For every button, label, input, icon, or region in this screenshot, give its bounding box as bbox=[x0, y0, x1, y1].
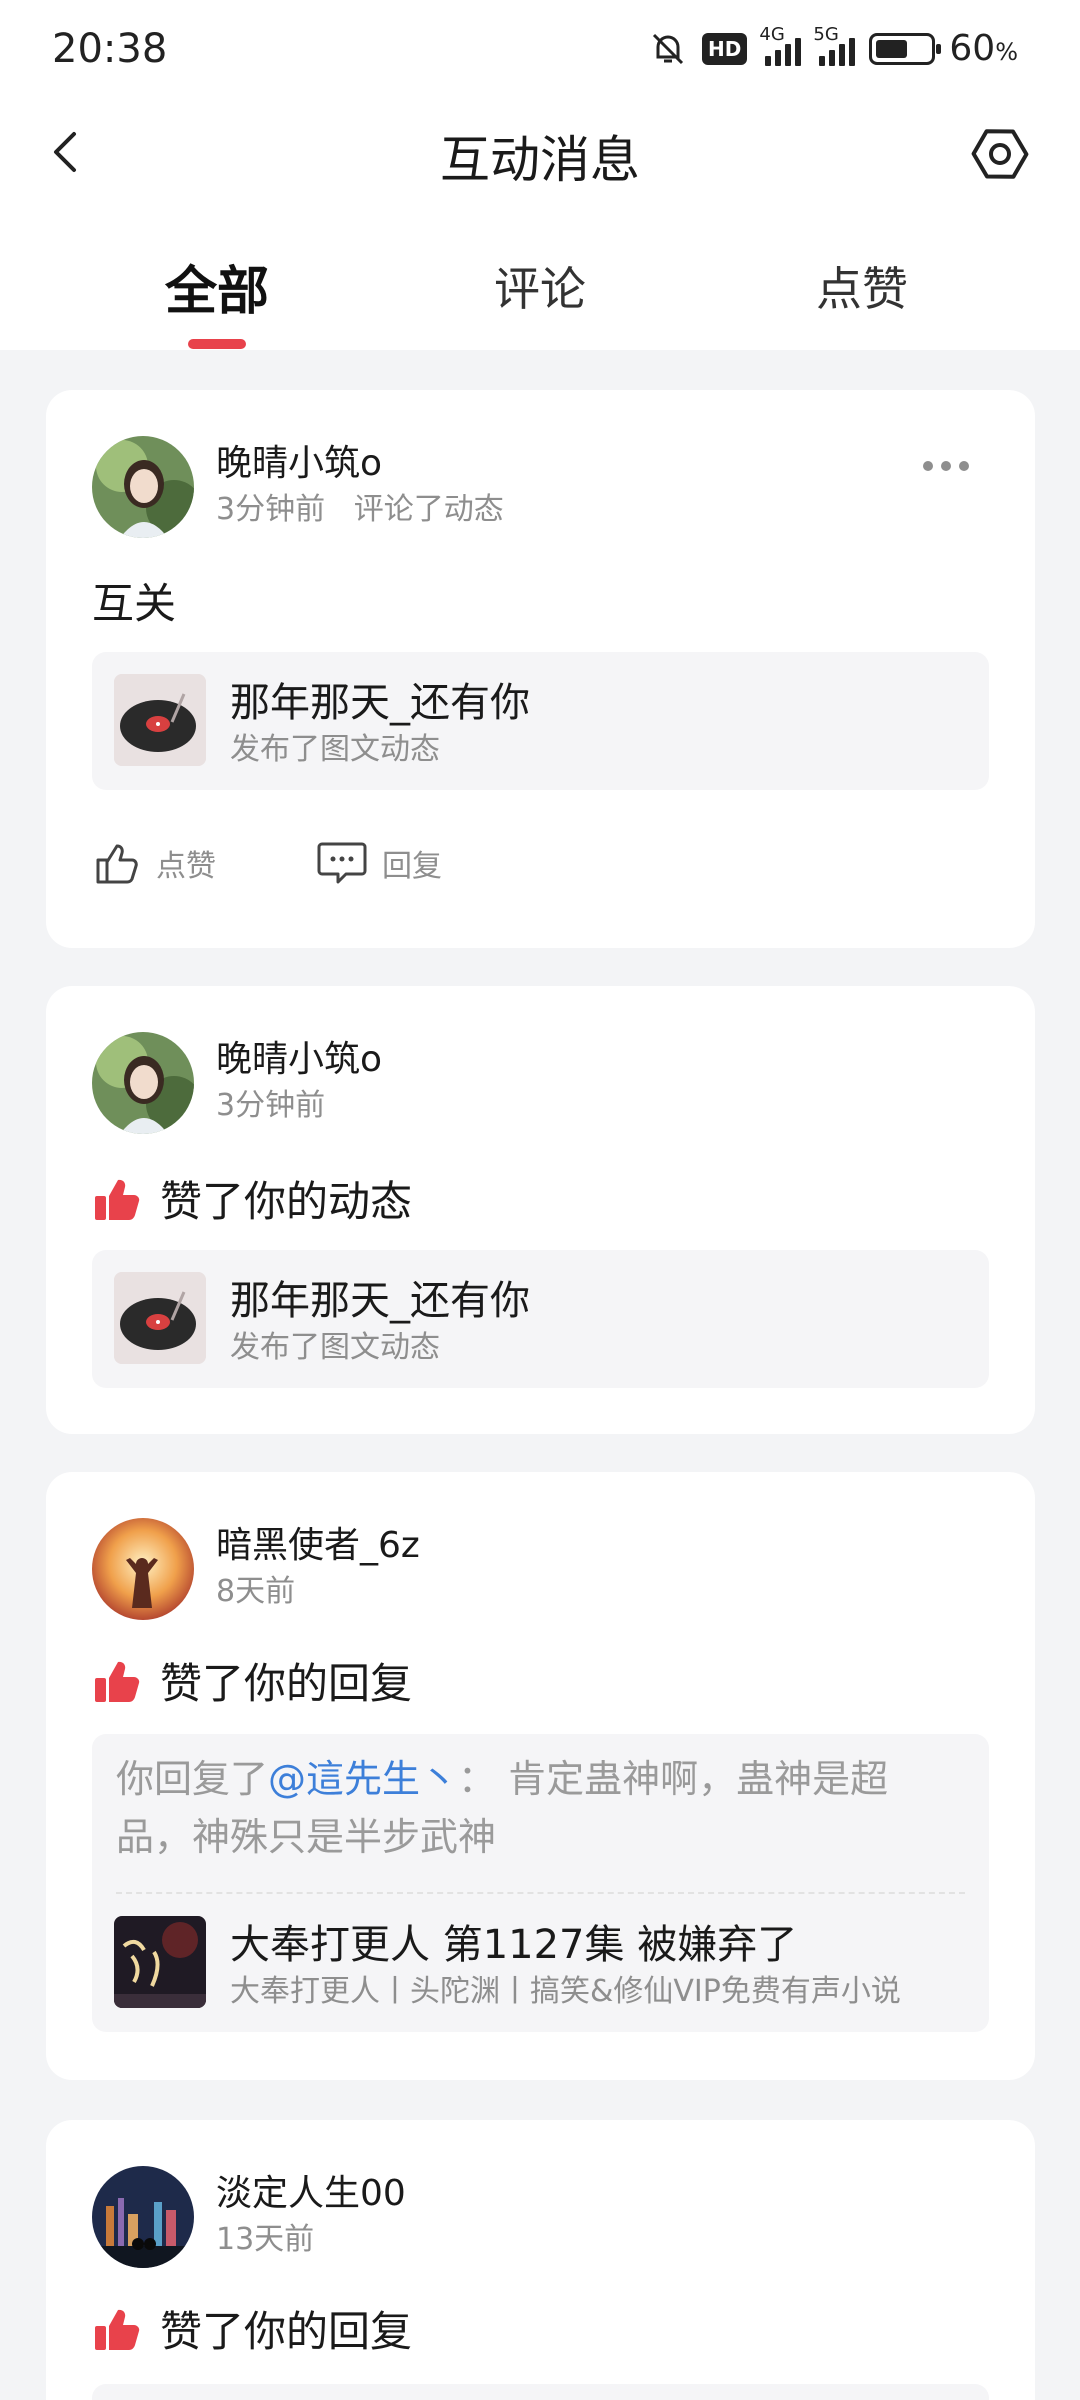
thumbs-up-filled-icon bbox=[95, 1661, 140, 1702]
post-thumbnail bbox=[114, 1272, 206, 1364]
reply-block[interactable]: 你回复了@這先生丶： 肯定蛊神啊，蛊神是超品，神殊只是半步武神 大奉打更人 第1… bbox=[92, 1734, 989, 2032]
message-time: 13天前 bbox=[216, 2222, 315, 2257]
status-bar: 20:38 HD 4G 5G 60% bbox=[0, 0, 1080, 100]
page-title: 互动消息 bbox=[440, 131, 640, 189]
audio-title: 大奉打更人 第1127集 被嫌弃了 bbox=[230, 1922, 798, 1968]
quoted-post[interactable]: 那年那天_还有你 发布了图文动态 bbox=[92, 652, 989, 790]
message-action: 评论了动态 bbox=[353, 492, 504, 527]
post-thumbnail bbox=[114, 674, 206, 766]
message-time: 8天前 bbox=[216, 1574, 296, 1609]
avatar[interactable] bbox=[92, 436, 194, 538]
post-subtitle: 发布了图文动态 bbox=[230, 732, 440, 767]
divider bbox=[116, 1892, 965, 1894]
avatar[interactable] bbox=[92, 2166, 194, 2268]
battery-icon bbox=[869, 32, 942, 65]
avatar[interactable] bbox=[92, 1518, 194, 1620]
network-5g-label: 5G bbox=[813, 23, 839, 45]
message-card[interactable]: 淡定人生00 13天前 赞了你的回复 bbox=[46, 2120, 1035, 2400]
message-time: 3分钟前 bbox=[216, 492, 326, 527]
settings-hexagon-icon[interactable] bbox=[970, 124, 1030, 184]
active-tab-indicator bbox=[188, 339, 246, 349]
quoted-post[interactable]: 那年那天_还有你 发布了图文动态 bbox=[92, 1250, 989, 1388]
battery-fill bbox=[876, 39, 908, 58]
post-title: 那年那天_还有你 bbox=[230, 1278, 530, 1324]
avatar[interactable] bbox=[92, 1032, 194, 1134]
thumbs-up-filled-icon bbox=[95, 2309, 140, 2350]
user-name[interactable]: 晚晴小筑o bbox=[216, 434, 382, 486]
tab-likes[interactable]: 点赞 bbox=[762, 253, 962, 319]
message-card[interactable]: 晚晴小筑o 3分钟前 评论了动态 互关 那年那天_还有你 发布了图文动态 点赞 bbox=[46, 390, 1035, 948]
message-meta: 3分钟前 评论了动态 bbox=[216, 484, 504, 528]
tab-bar: 全部 评论 点赞 bbox=[0, 235, 1080, 350]
mention-link[interactable]: @這先生丶 bbox=[268, 1757, 458, 1801]
like-notice-text: 赞了你的动态 bbox=[160, 1177, 413, 1226]
like-label: 点赞 bbox=[156, 849, 216, 884]
post-title: 那年那天_还有你 bbox=[230, 680, 530, 726]
top-area: 20:38 HD 4G 5G 60% 互动消息 全部 评论 点赞 bbox=[0, 0, 1080, 350]
like-notice-text: 赞了你的回复 bbox=[160, 1659, 413, 1708]
like-button[interactable]: 点赞 bbox=[92, 838, 216, 888]
thumbs-up-outline-icon bbox=[96, 844, 138, 884]
reply-button[interactable]: 回复 bbox=[316, 838, 442, 888]
network-4g-label: 4G bbox=[759, 23, 785, 45]
signal-4g-icon: 4G bbox=[759, 24, 802, 66]
status-icons: HD 4G 5G 60% bbox=[648, 24, 1018, 69]
nav-bar: 互动消息 bbox=[0, 100, 1080, 205]
signal-5g-icon: 5G bbox=[813, 24, 856, 66]
thumbs-up-filled-icon bbox=[95, 1179, 140, 1220]
message-time: 3分钟前 bbox=[216, 1088, 326, 1123]
audio-thumbnail bbox=[114, 1916, 206, 2008]
post-subtitle: 发布了图文动态 bbox=[230, 1330, 440, 1365]
more-options-icon[interactable] bbox=[923, 456, 983, 476]
comment-text: 互关 bbox=[92, 579, 177, 628]
mute-bell-icon bbox=[652, 33, 684, 64]
chat-bubble-icon bbox=[317, 842, 367, 884]
reply-block[interactable] bbox=[92, 2384, 989, 2400]
tab-all[interactable]: 全部 bbox=[117, 249, 317, 324]
like-notice: 赞了你的回复 bbox=[92, 1650, 412, 1711]
like-notice: 赞了你的回复 bbox=[92, 2298, 412, 2359]
user-name[interactable]: 淡定人生00 bbox=[216, 2164, 406, 2216]
audio-subtitle: 大奉打更人丨头陀渊丨搞笑&修仙VIP免费有声小说 bbox=[230, 1974, 901, 2009]
reply-text: 你回复了@這先生丶： 肯定蛊神啊，蛊神是超品，神殊只是半步武神 bbox=[116, 1757, 889, 1859]
user-name[interactable]: 暗黑使者_6z bbox=[216, 1516, 420, 1568]
battery-percent: 60% bbox=[949, 28, 1018, 69]
hd-badge: HD bbox=[702, 32, 748, 65]
action-row: 点赞 回复 bbox=[92, 838, 542, 888]
message-card[interactable]: 暗黑使者_6z 8天前 赞了你的回复 你回复了@這先生丶： 肯定蛊神啊，蛊神是超… bbox=[46, 1472, 1035, 2080]
like-notice-text: 赞了你的回复 bbox=[160, 2307, 413, 2356]
like-notice: 赞了你的动态 bbox=[92, 1168, 412, 1229]
tab-comments[interactable]: 评论 bbox=[440, 253, 640, 319]
user-name[interactable]: 晚晴小筑o bbox=[216, 1030, 382, 1082]
message-card[interactable]: 晚晴小筑o 3分钟前 赞了你的动态 那年那天_还有你 发布了图文动态 bbox=[46, 986, 1035, 1434]
reply-label: 回复 bbox=[382, 849, 442, 884]
status-time: 20:38 bbox=[52, 26, 168, 72]
